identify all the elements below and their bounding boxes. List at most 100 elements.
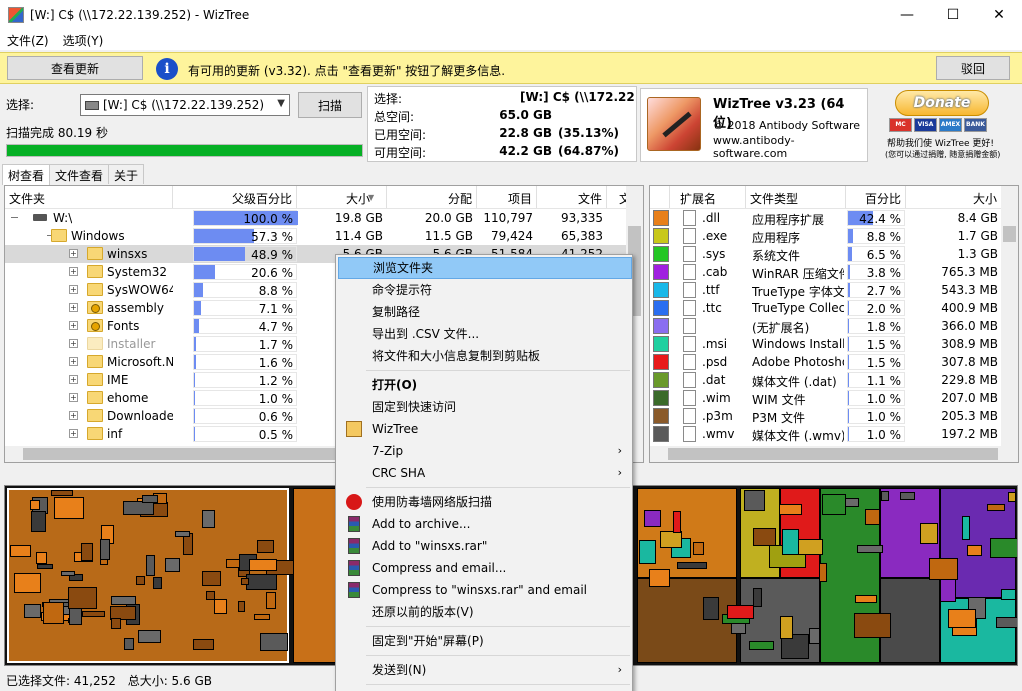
treemap-block[interactable] bbox=[61, 571, 75, 576]
context-menu-item[interactable]: 复制路径 bbox=[338, 301, 632, 323]
extension-row[interactable]: .ttf TrueType 字体文件 2.7 % 543.3 MB bbox=[650, 281, 1002, 299]
treemap-block[interactable] bbox=[940, 579, 956, 602]
context-menu-item[interactable]: 还原以前的版本(V) bbox=[338, 601, 632, 623]
treemap-block[interactable] bbox=[193, 639, 214, 650]
expand-icon[interactable]: + bbox=[69, 285, 78, 294]
treemap-block[interactable] bbox=[10, 545, 31, 557]
treemap-block[interactable] bbox=[990, 538, 1017, 558]
treemap-block[interactable] bbox=[266, 592, 276, 609]
treemap-block[interactable] bbox=[819, 563, 827, 582]
scan-button[interactable]: 扫描 bbox=[298, 92, 362, 118]
expand-icon[interactable]: + bbox=[69, 267, 78, 276]
tab-about[interactable]: 关于 bbox=[108, 164, 145, 184]
tab-tree-view[interactable]: 树查看 bbox=[2, 164, 51, 185]
treemap-block[interactable] bbox=[920, 523, 938, 544]
treemap-block[interactable] bbox=[43, 602, 64, 624]
treemap-block[interactable] bbox=[639, 540, 656, 564]
expand-icon[interactable]: + bbox=[69, 321, 78, 330]
treemap-block[interactable] bbox=[81, 543, 93, 561]
tree-row[interactable]: Windows 57.3 % 11.4 GB 11.5 GB 79,424 65,383 bbox=[5, 227, 633, 245]
extension-row[interactable]: .p3m P3M 文件 1.0 % 205.3 MB bbox=[650, 407, 1002, 425]
treemap-block[interactable] bbox=[165, 558, 180, 572]
scroll-thumb[interactable] bbox=[1003, 226, 1016, 242]
context-menu-item[interactable]: Add to archive... bbox=[338, 513, 632, 535]
col-header-items[interactable]: 项目 bbox=[477, 186, 537, 208]
treemap-block[interactable] bbox=[779, 504, 802, 515]
treemap-block[interactable] bbox=[929, 558, 958, 580]
tree-row[interactable]: W:\ 100.0 % 19.8 GB 20.0 GB 110,797 93,335 bbox=[5, 209, 633, 227]
check-update-button[interactable]: 查看更新 bbox=[7, 56, 143, 80]
extension-row[interactable]: .exe 应用程序 8.8 % 1.7 GB bbox=[650, 227, 1002, 245]
treemap-block[interactable] bbox=[1001, 589, 1016, 600]
treemap-block[interactable] bbox=[238, 601, 245, 612]
treemap-block[interactable] bbox=[30, 500, 40, 510]
treemap-block[interactable] bbox=[1008, 492, 1016, 502]
treemap-block[interactable] bbox=[967, 545, 982, 556]
treemap-block[interactable] bbox=[673, 511, 681, 533]
context-menu-item[interactable]: 将文件和大小信息复制到剪贴板 bbox=[338, 345, 632, 367]
context-menu-item[interactable]: 命令提示符 bbox=[338, 279, 632, 301]
expand-icon[interactable]: + bbox=[69, 339, 78, 348]
ext-horizontal-scrollbar[interactable] bbox=[650, 446, 1018, 462]
treemap-block[interactable] bbox=[987, 504, 1005, 511]
extension-row[interactable]: .ttc TrueType Collection 2.0 % 400.9 MB bbox=[650, 299, 1002, 317]
treemap-block[interactable] bbox=[153, 577, 162, 589]
context-menu-item[interactable]: 导出到 .CSV 文件... bbox=[338, 323, 632, 345]
context-menu-item[interactable]: 7-Zip › bbox=[338, 440, 632, 462]
context-menu-item[interactable]: 固定到快速访问 bbox=[338, 396, 632, 418]
ext-vertical-scrollbar[interactable] bbox=[1001, 186, 1018, 448]
context-menu-item[interactable]: 浏览文件夹 bbox=[338, 257, 632, 279]
treemap-block[interactable] bbox=[782, 529, 799, 555]
context-menu-item[interactable]: 固定到"开始"屏幕(P) bbox=[338, 630, 632, 652]
treemap-block[interactable] bbox=[900, 492, 915, 500]
treemap-block[interactable] bbox=[54, 497, 84, 519]
col-header-ext-size[interactable]: 大小 bbox=[906, 186, 1002, 208]
treemap-block[interactable] bbox=[111, 618, 121, 629]
treemap-block[interactable] bbox=[214, 599, 227, 614]
menu-options[interactable]: 选项(Y) bbox=[56, 32, 111, 49]
extension-row[interactable]: .dll 应用程序扩展 42.4 % 8.4 GB bbox=[650, 209, 1002, 227]
col-header-file-type[interactable]: 文件类型 bbox=[746, 186, 846, 208]
extension-row[interactable]: .psd Adobe Photoshop 1.5 % 307.8 MB bbox=[650, 353, 1002, 371]
treemap-block[interactable] bbox=[257, 540, 274, 553]
treemap-block[interactable] bbox=[677, 562, 707, 569]
context-menu-item[interactable]: Compress and email... bbox=[338, 557, 632, 579]
treemap-block[interactable] bbox=[996, 617, 1017, 628]
treemap-block[interactable] bbox=[948, 609, 976, 628]
treemap-block[interactable] bbox=[175, 531, 190, 537]
treemap-block[interactable] bbox=[51, 490, 73, 496]
maximize-button[interactable]: ☐ bbox=[930, 0, 976, 30]
minimize-button[interactable]: — bbox=[884, 0, 930, 30]
treemap-block[interactable] bbox=[68, 587, 97, 609]
treemap-block[interactable] bbox=[780, 616, 793, 639]
extension-row[interactable]: .cab WinRAR 压缩文件 3.8 % 765.3 MB bbox=[650, 263, 1002, 281]
col-header-alloc[interactable]: 分配 bbox=[387, 186, 477, 208]
treemap-block[interactable] bbox=[142, 495, 158, 503]
menu-file[interactable]: 文件(Z) bbox=[0, 32, 56, 49]
expand-icon[interactable]: + bbox=[69, 411, 78, 420]
treemap-block[interactable] bbox=[865, 509, 880, 525]
collapse-icon[interactable] bbox=[11, 217, 18, 218]
close-button[interactable]: ✕ bbox=[976, 0, 1022, 30]
treemap-block[interactable] bbox=[854, 613, 891, 638]
treemap-block[interactable] bbox=[660, 531, 682, 548]
treemap-block[interactable] bbox=[693, 542, 704, 555]
treemap-block[interactable] bbox=[24, 604, 41, 618]
treemap-block[interactable] bbox=[753, 528, 776, 546]
treemap-block[interactable] bbox=[241, 578, 249, 585]
scroll-thumb[interactable] bbox=[668, 448, 998, 460]
col-header-folder[interactable]: 文件夹 bbox=[5, 186, 173, 208]
treemap-block[interactable] bbox=[37, 564, 53, 569]
treemap-block[interactable] bbox=[246, 574, 277, 590]
treemap-block[interactable] bbox=[727, 605, 754, 619]
treemap-block[interactable] bbox=[649, 569, 670, 587]
col-header-percent[interactable]: 百分比 bbox=[846, 186, 906, 208]
treemap-block[interactable] bbox=[293, 488, 337, 663]
expand-icon[interactable]: + bbox=[69, 393, 78, 402]
treemap-block[interactable] bbox=[123, 501, 154, 515]
context-menu-item[interactable]: 打开(O) bbox=[338, 374, 632, 396]
context-menu-item[interactable]: CRC SHA › bbox=[338, 462, 632, 484]
expand-icon[interactable]: + bbox=[69, 357, 78, 366]
treemap-block[interactable] bbox=[749, 641, 774, 650]
context-menu-item[interactable]: 发送到(N) › bbox=[338, 659, 632, 681]
